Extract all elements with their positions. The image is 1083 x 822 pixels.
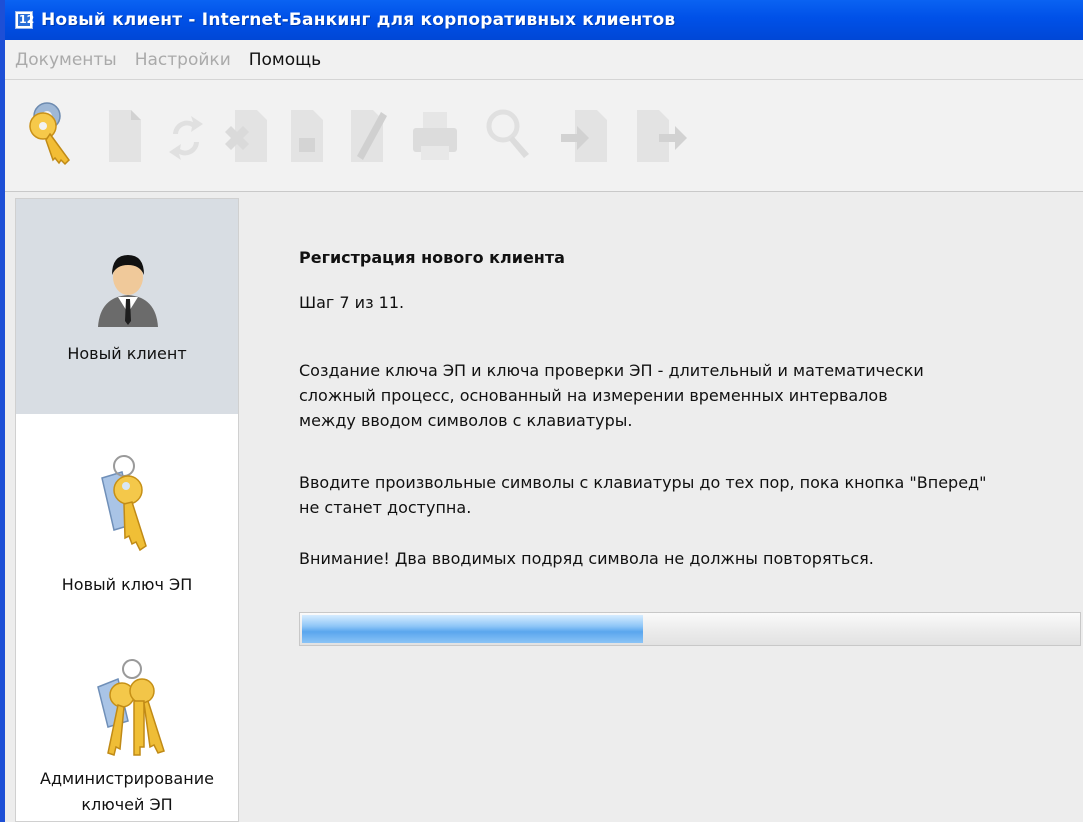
new-document-icon xyxy=(109,110,141,162)
edit-document-icon xyxy=(351,110,387,162)
sidebar-item-label: ключей ЭП xyxy=(81,795,173,814)
key-toolbar-button[interactable] xyxy=(23,80,73,192)
description-line: Создание ключа ЭП и ключа проверки ЭП - … xyxy=(299,361,924,380)
progress-bar xyxy=(299,612,1081,646)
refresh-button[interactable] xyxy=(161,80,211,192)
export-icon xyxy=(637,110,687,162)
toolbar xyxy=(5,80,1083,192)
edit-document-button[interactable] xyxy=(345,80,395,192)
user-icon xyxy=(98,255,158,327)
sidebar-item-key-admin[interactable]: Администрирование ключей ЭП xyxy=(16,629,238,822)
save-document-button[interactable] xyxy=(285,80,335,192)
import-icon xyxy=(561,110,607,162)
delete-document-button[interactable] xyxy=(219,80,269,192)
progress-fill xyxy=(302,615,643,643)
sidebar-item-new-key[interactable]: Новый ключ ЭП xyxy=(16,414,238,629)
instruction-line: не станет доступна. xyxy=(299,498,472,517)
search-icon xyxy=(486,109,529,158)
warning-text: Внимание! Два вводимых подряд символа не… xyxy=(299,549,874,568)
sidebar: Новый клиент Новый ключ ЭП Администриров… xyxy=(15,198,239,822)
new-document-button[interactable] xyxy=(103,80,153,192)
delete-document-icon xyxy=(225,110,267,162)
page-title: Регистрация нового клиента xyxy=(299,248,565,267)
key-icon xyxy=(29,102,70,166)
search-button[interactable] xyxy=(483,80,533,192)
export-button[interactable] xyxy=(631,80,687,192)
print-icon xyxy=(413,112,457,160)
main-content: Регистрация нового клиента Шаг 7 из 11. … xyxy=(243,198,1083,822)
description-line: сложный процесс, основанный на измерении… xyxy=(299,386,888,405)
sidebar-item-label: Новый клиент xyxy=(67,344,187,363)
window-title: Новый клиент - Internet-Банкинг для корп… xyxy=(41,10,676,30)
menu-bar: Документы Настройки Помощь xyxy=(5,40,1083,80)
app-logo-icon: 12 xyxy=(15,11,34,29)
app-window: 12 Новый клиент - Internet-Банкинг для к… xyxy=(0,0,1083,822)
step-indicator: Шаг 7 из 11. xyxy=(299,293,405,312)
instruction-line: Вводите произвольные символы с клавиатур… xyxy=(299,473,987,492)
import-button[interactable] xyxy=(559,80,609,192)
sidebar-item-label: Новый ключ ЭП xyxy=(61,575,193,594)
title-bar[interactable]: 12 Новый клиент - Internet-Банкинг для к… xyxy=(5,0,1083,40)
menu-documents[interactable]: Документы xyxy=(5,50,126,70)
print-button[interactable] xyxy=(409,80,459,192)
description-line: между вводом символов с клавиатуры. xyxy=(299,411,633,430)
keys-bunch-icon xyxy=(97,659,165,756)
save-document-icon xyxy=(291,110,323,162)
sidebar-item-label: Администрирование xyxy=(40,769,214,788)
refresh-icon xyxy=(169,116,203,160)
key-icon xyxy=(101,455,147,552)
menu-help[interactable]: Помощь xyxy=(240,50,330,70)
menu-settings[interactable]: Настройки xyxy=(126,50,240,70)
sidebar-item-new-client[interactable]: Новый клиент xyxy=(16,199,238,414)
